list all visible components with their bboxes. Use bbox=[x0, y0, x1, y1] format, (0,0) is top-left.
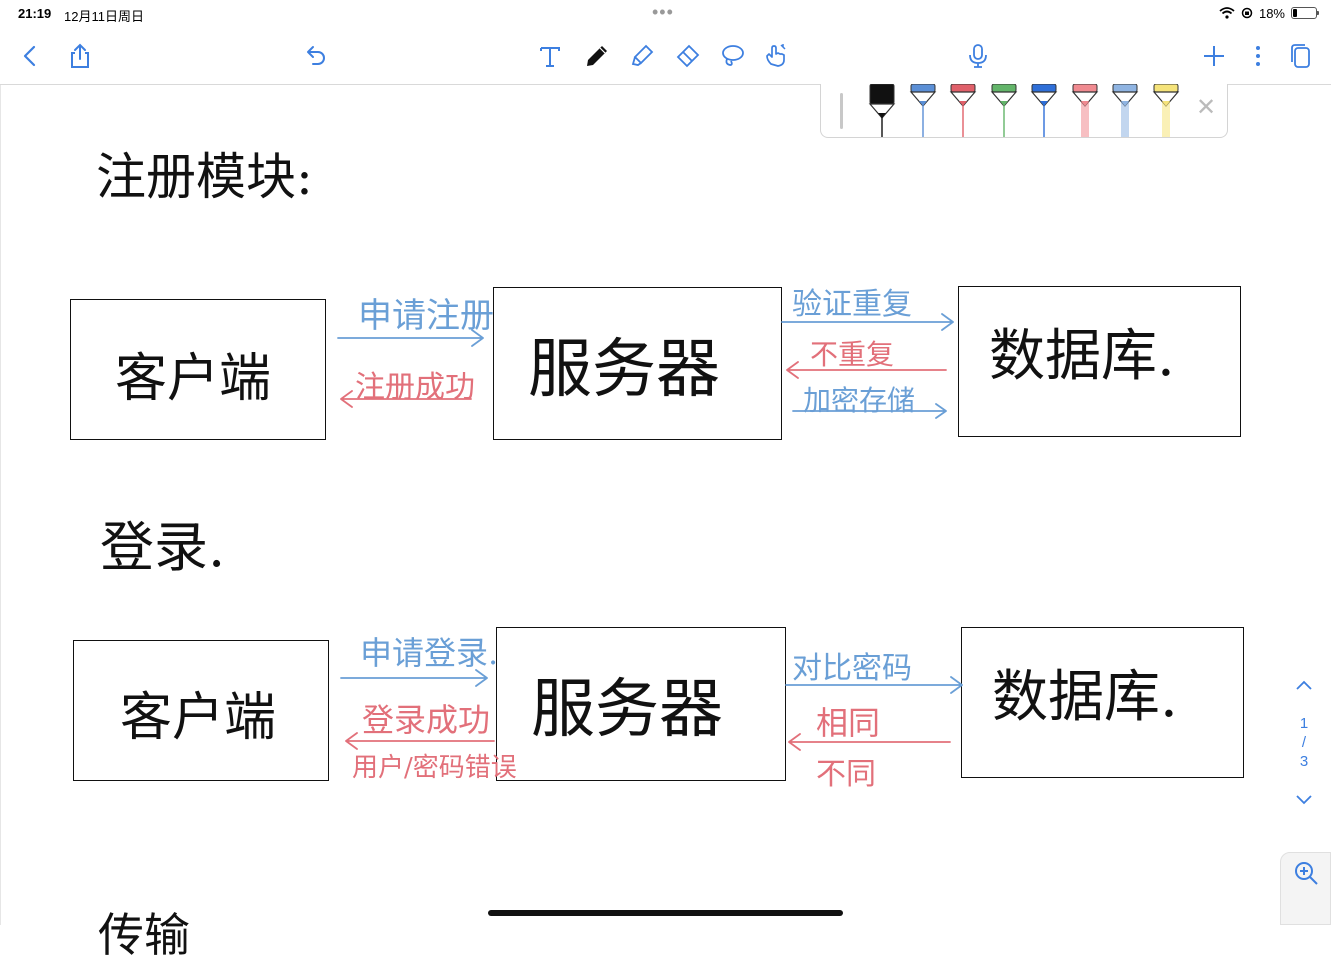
microphone-icon[interactable] bbox=[960, 38, 996, 74]
top-toolbar bbox=[0, 28, 1331, 85]
login-request-arrow bbox=[340, 669, 488, 687]
register-store-arrow bbox=[792, 403, 947, 419]
page-separator: / bbox=[1301, 734, 1307, 751]
undo-icon[interactable] bbox=[297, 38, 333, 74]
wifi-icon bbox=[1219, 7, 1235, 19]
status-right: 18% bbox=[1219, 5, 1319, 21]
register-unique-arrow bbox=[786, 361, 947, 379]
register-success-arrow bbox=[340, 390, 472, 408]
pen-color-swatch[interactable] bbox=[1152, 83, 1180, 137]
pen-color-palette: ✕ bbox=[820, 83, 1228, 138]
zoom-in-button[interactable] bbox=[1280, 852, 1331, 925]
zoom-in-icon bbox=[1294, 862, 1318, 885]
pen-color-swatch[interactable] bbox=[990, 83, 1018, 137]
multitask-dots-icon[interactable]: ••• bbox=[652, 2, 674, 23]
page-up-chevron-icon[interactable] bbox=[1286, 672, 1322, 698]
battery-icon bbox=[1291, 7, 1319, 19]
login-same-arrow bbox=[788, 733, 951, 751]
pen-color-swatch[interactable] bbox=[909, 83, 937, 137]
add-icon[interactable] bbox=[1196, 38, 1232, 74]
login-response-arrow bbox=[345, 732, 495, 750]
status-date: 12月11日周日 bbox=[64, 9, 144, 24]
register-check-arrow bbox=[781, 313, 954, 331]
page-down-chevron-icon[interactable] bbox=[1286, 787, 1322, 813]
pen-color-swatch[interactable] bbox=[949, 83, 977, 137]
battery-percent: 18% bbox=[1258, 5, 1285, 21]
more-vertical-icon[interactable] bbox=[1240, 38, 1276, 74]
page-navigator: 1 / 3 bbox=[1286, 672, 1322, 812]
back-chevron-icon[interactable] bbox=[12, 38, 48, 74]
pen-color-swatch[interactable] bbox=[1111, 83, 1139, 137]
note-page[interactable]: 注册模块: 客户端 服务器 数据库. 申请注册 注册成功 验证重复 不重复 加密… bbox=[0, 85, 1331, 962]
status-bar: 21:19 12月11日周日 ••• 18% bbox=[0, 0, 1331, 28]
status-time: 21:19 bbox=[18, 6, 52, 21]
diagram-arrows bbox=[337, 313, 963, 751]
pen-tool-icon[interactable] bbox=[579, 38, 615, 74]
lasso-tool-icon[interactable] bbox=[714, 38, 750, 74]
register-request-arrow bbox=[337, 329, 484, 347]
login-compare-arrow bbox=[785, 676, 963, 694]
home-indicator[interactable] bbox=[488, 910, 843, 916]
pen-color-swatch[interactable] bbox=[868, 83, 896, 137]
palette-grip-handle[interactable] bbox=[840, 93, 843, 129]
pen-color-swatch[interactable] bbox=[1071, 83, 1099, 137]
pen-color-swatch[interactable] bbox=[1030, 83, 1058, 137]
highlighter-tool-icon[interactable] bbox=[624, 38, 660, 74]
orientation-lock-icon bbox=[1241, 7, 1253, 19]
text-tool-icon[interactable] bbox=[532, 38, 568, 74]
palette-close-icon[interactable]: ✕ bbox=[1193, 94, 1219, 121]
share-icon[interactable] bbox=[62, 38, 98, 74]
total-pages: 3 bbox=[1299, 753, 1309, 770]
eraser-tool-icon[interactable] bbox=[669, 38, 705, 74]
hand-gesture-icon[interactable] bbox=[758, 38, 794, 74]
pages-icon[interactable] bbox=[1283, 38, 1319, 74]
current-page-number: 1 bbox=[1299, 715, 1309, 732]
